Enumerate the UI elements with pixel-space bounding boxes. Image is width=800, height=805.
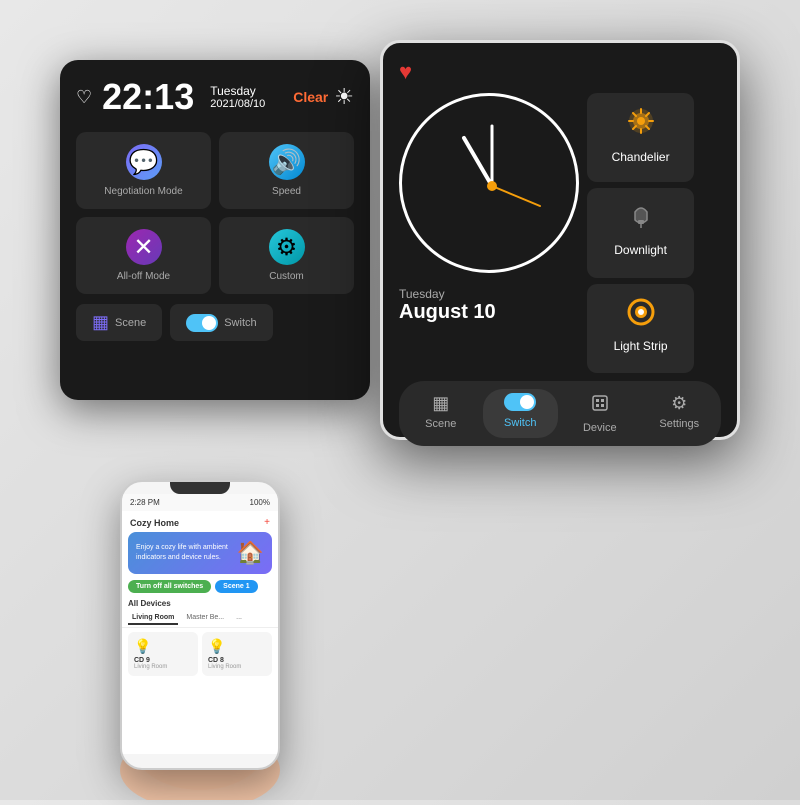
settings-tab-label: Settings [659,418,699,430]
settings-tab-icon: ⚙ [671,393,687,414]
back-heart-icon: ♡ [76,87,92,108]
lightstrip-btn[interactable]: Light Strip [587,284,694,373]
phone-device-icon-cd8: 💡 [208,638,266,655]
chandelier-icon [625,105,657,144]
phone-hero-text: Enjoy a cozy life with ambient indicator… [136,543,231,563]
phone-device-name-cd8: CD 8 [208,657,266,664]
phone-screen: 2:28 PM 100% Cozy Home + Enjoy a cozy li… [122,494,278,754]
back-date-col: Tuesday 2021/08/10 [210,84,265,110]
speed-icon: 🔊 [269,144,305,180]
downlight-label: Downlight [614,243,667,257]
scene-tab-icon: ▦ [432,393,449,414]
back-header: ♡ 22:13 Tuesday 2021/08/10 Clear ☀ [76,76,354,118]
back-switch-label: Switch [224,317,256,329]
back-scene-icon: ▦ [92,312,109,333]
back-scene-label: Scene [115,317,146,329]
lightstrip-icon [625,296,657,333]
back-scene-btn[interactable]: ▦ Scene [76,304,162,341]
lightstrip-label: Light Strip [614,339,668,353]
front-device: ♥ Tuesday [380,40,740,440]
phone-device-room-cd8: Living Room [208,664,266,670]
phone: 2:28 PM 100% Cozy Home + Enjoy a cozy li… [120,480,280,770]
phone-actions: Turn off all switches Scene 1 [122,574,278,597]
tab-scene[interactable]: ▦ Scene [403,389,479,438]
downlight-btn[interactable]: Downlight [587,188,694,277]
custom-card[interactable]: ⚙ Custom [219,217,354,294]
device-buttons: Chandelier Downlight [587,93,694,373]
phone-device-grid: 💡 CD 9 Living Room 💡 CD 8 Living Room [122,632,278,676]
negotiation-mode-card[interactable]: 💬 Negotiation Mode [76,132,211,209]
back-weather: Clear ☀ [293,84,354,110]
phone-header: Cozy Home + [122,511,278,532]
phone-tab-living[interactable]: Living Room [128,612,178,625]
clock-section: Tuesday August 10 [399,93,579,373]
back-bottom-bar: ▦ Scene Switch [76,304,354,341]
phone-device-room-cd9: Living Room [134,664,192,670]
back-mode-grid: 💬 Negotiation Mode 🔊 Speed ✕ All-off Mod… [76,132,354,294]
tab-device[interactable]: Device [562,389,638,438]
phone-notif-badge: + [264,517,270,528]
clock-day: August 10 [399,301,579,324]
clock-container [399,93,579,273]
speed-card[interactable]: 🔊 Speed [219,132,354,209]
alloff-card[interactable]: ✕ All-off Mode [76,217,211,294]
tab-switch[interactable]: Switch [483,389,559,438]
back-date: 2021/08/10 [210,98,265,110]
back-toggle-icon [186,314,218,332]
phone-time: 2:28 PM [130,498,160,507]
custom-label: Custom [269,271,303,282]
back-weekday: Tuesday [210,84,265,98]
back-weather-icon: ☀ [334,84,354,110]
downlight-icon [625,200,657,237]
clock-date: Tuesday August 10 [399,281,579,330]
back-time: 22:13 [102,76,194,118]
phone-notch [170,482,230,494]
front-top: ♥ [399,59,721,85]
phone-tab-more[interactable]: ... [232,612,246,625]
alloff-label: All-off Mode [117,271,170,282]
front-heart-icon: ♥ [399,59,412,85]
negotiation-icon: 💬 [126,144,162,180]
phone-battery: 100% [250,498,270,507]
back-weather-label: Clear [293,89,328,105]
scene1-btn[interactable]: Scene 1 [215,580,257,593]
speed-label: Speed [272,186,301,197]
phone-device-name-cd9: CD 9 [134,657,192,664]
chandelier-label: Chandelier [612,150,670,164]
back-switch-btn[interactable]: Switch [170,304,272,341]
switch-tab-label: Switch [504,417,536,429]
phone-device-card-cd9[interactable]: 💡 CD 9 Living Room [128,632,198,676]
device-tab-icon [590,393,610,418]
front-content: Tuesday August 10 Chandelier [399,93,721,373]
chandelier-btn[interactable]: Chandelier [587,93,694,182]
phone-tab-master[interactable]: Master Be... [182,612,228,625]
phone-tabs-row: Living Room Master Be... ... [122,610,278,628]
tab-settings[interactable]: ⚙ Settings [642,389,718,438]
phone-hero-icon: 🏠 [237,540,264,566]
turn-off-btn[interactable]: Turn off all switches [128,580,211,593]
phone-status-bar: 2:28 PM 100% [122,494,278,511]
phone-app-title: Cozy Home [130,518,179,528]
front-tabs: ▦ Scene Switch Device ⚙ Setting [399,381,721,446]
phone-hero-banner: Enjoy a cozy life with ambient indicator… [128,532,272,574]
device-tab-label: Device [583,422,617,434]
clock-svg [402,96,582,276]
phone-device-icon-cd9: 💡 [134,638,192,655]
switch-tab-icon [504,393,536,411]
phone-section-title: All Devices [122,597,278,610]
scene-tab-label: Scene [425,418,456,430]
phone-device-card-cd8[interactable]: 💡 CD 8 Living Room [202,632,272,676]
custom-icon: ⚙ [269,229,305,265]
clock-weekday: Tuesday [399,287,579,301]
clock-face [399,93,579,273]
back-device: ♡ 22:13 Tuesday 2021/08/10 Clear ☀ 💬 Neg… [60,60,370,400]
alloff-icon: ✕ [126,229,162,265]
negotiation-label: Negotiation Mode [104,186,182,197]
